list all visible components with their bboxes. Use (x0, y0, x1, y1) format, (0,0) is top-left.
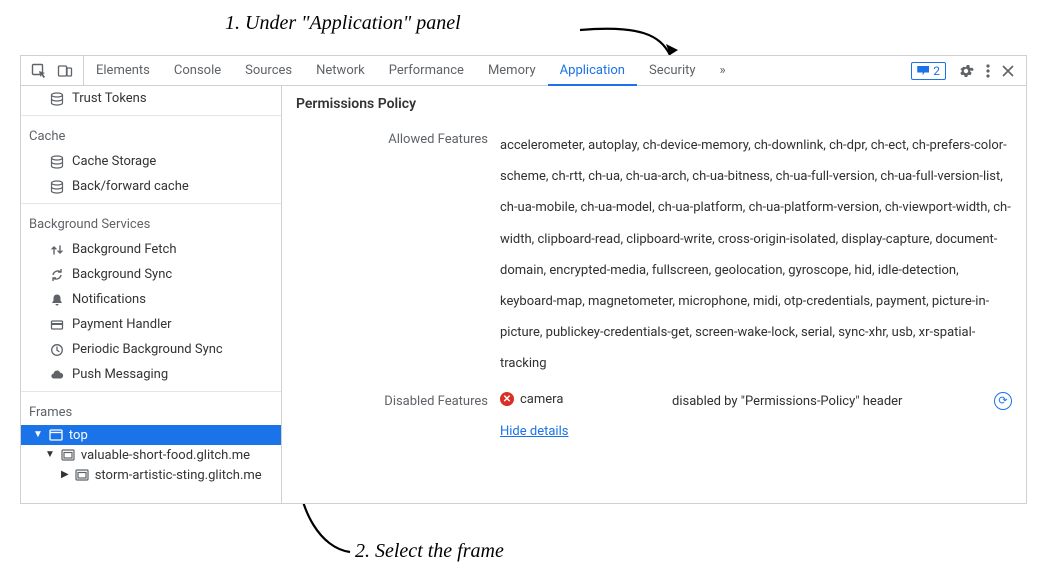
allowed-features-row: Allowed Features accelerometer, autoplay… (282, 124, 1026, 386)
devtools-window: Elements Console Sources Network Perform… (20, 55, 1027, 504)
sidebar-item-bf-cache[interactable]: Back/forward cache (21, 174, 281, 199)
error-icon: ✕ (500, 392, 514, 406)
sidebar-item-cache-storage[interactable]: Cache Storage (21, 149, 281, 174)
issues-chip[interactable]: 2 (911, 62, 946, 80)
sidebar-item-label: Payment Handler (72, 315, 172, 334)
sidebar-section-cache: Cache (21, 124, 281, 149)
frame-top[interactable]: ▼ top (21, 425, 281, 445)
section-label: Cache (29, 127, 65, 146)
tab-performance[interactable]: Performance (377, 56, 476, 85)
iframe-icon (61, 449, 75, 461)
database-icon (49, 180, 65, 194)
section-label: Frames (29, 403, 72, 422)
hide-details-link[interactable]: Hide details (500, 424, 568, 439)
tabs-container: Elements Console Sources Network Perform… (84, 56, 738, 85)
card-icon (49, 318, 65, 332)
disclosure-triangle-icon: ▼ (33, 429, 43, 440)
inspect-element-icon[interactable] (31, 63, 47, 79)
tab-security[interactable]: Security (637, 56, 708, 85)
bell-icon (49, 293, 65, 307)
content-pane: Permissions Policy Allowed Features acce… (282, 86, 1026, 503)
sidebar-item-payment[interactable]: Payment Handler (21, 312, 281, 337)
updown-icon (49, 243, 65, 257)
frame-child-1[interactable]: ▼ valuable-short-food.glitch.me (21, 445, 281, 465)
settings-gear-icon[interactable] (958, 63, 974, 79)
tab-console[interactable]: Console (162, 56, 233, 85)
iframe-icon (75, 469, 89, 481)
annotation-step2: 2. Select the frame (355, 540, 504, 563)
tab-sources[interactable]: Sources (233, 56, 304, 85)
close-icon[interactable] (1002, 65, 1014, 77)
sync-icon (49, 268, 65, 282)
disclosure-triangle-icon: ▶ (61, 469, 69, 480)
disabled-reason: disabled by "Permissions-Policy" header (672, 392, 994, 413)
content-title: Permissions Policy (282, 96, 1026, 124)
sidebar-item-label: Background Sync (72, 265, 172, 284)
sidebar-item-notifications[interactable]: Notifications (21, 287, 281, 312)
disabled-features-label: Disabled Features (296, 392, 488, 409)
sidebar-item-periodic-sync[interactable]: Periodic Background Sync (21, 337, 281, 362)
sidebar-item-label: Back/forward cache (72, 177, 189, 196)
sidebar-item-label: Periodic Background Sync (72, 340, 223, 359)
window-icon (49, 429, 63, 441)
frame-label: top (69, 428, 88, 443)
cloud-icon (49, 368, 65, 382)
devtools-tabbar: Elements Console Sources Network Perform… (21, 56, 1026, 86)
frame-label: storm-artistic-sting.glitch.me (95, 468, 262, 483)
application-sidebar: Trust Tokens Cache Cache Storage Back/fo… (21, 86, 282, 503)
allowed-features-label: Allowed Features (296, 130, 488, 147)
disclosure-triangle-icon: ▼ (45, 449, 55, 460)
disabled-feature-name: camera (520, 392, 563, 407)
reload-icon[interactable]: ⟳ (994, 392, 1012, 410)
sidebar-section-frames: Frames (21, 400, 281, 425)
kebab-menu-icon[interactable] (986, 63, 990, 79)
sidebar-item-bg-fetch[interactable]: Background Fetch (21, 237, 281, 262)
tab-overflow[interactable]: » (708, 56, 738, 85)
sidebar-item-label: Background Fetch (72, 240, 177, 259)
sidebar-item-push[interactable]: Push Messaging (21, 362, 281, 387)
divider (21, 115, 281, 116)
sidebar-item-label: Notifications (72, 290, 146, 309)
message-icon (917, 66, 929, 76)
device-toolbar-icon[interactable] (57, 63, 73, 79)
tab-network[interactable]: Network (304, 56, 377, 85)
sidebar-item-bg-sync[interactable]: Background Sync (21, 262, 281, 287)
annotation-step1: 1. Under "Application" panel (225, 12, 461, 35)
section-label: Background Services (29, 215, 150, 234)
tab-application[interactable]: Application (548, 56, 637, 85)
sidebar-item-label: Push Messaging (72, 365, 168, 384)
clock-icon (49, 343, 65, 357)
database-icon (49, 92, 65, 106)
divider (21, 391, 281, 392)
allowed-features-value: accelerometer, autoplay, ch-device-memor… (500, 130, 1012, 380)
sidebar-item-label: Trust Tokens (72, 89, 147, 108)
sidebar-item-label: Cache Storage (72, 152, 156, 171)
disabled-features-row: Disabled Features ✕ camera disabled by "… (282, 386, 1026, 446)
frame-child-2[interactable]: ▶ storm-artistic-sting.glitch.me (21, 465, 281, 485)
divider (21, 203, 281, 204)
devtools-body: Trust Tokens Cache Cache Storage Back/fo… (21, 86, 1026, 503)
tab-memory[interactable]: Memory (476, 56, 548, 85)
tab-elements[interactable]: Elements (84, 56, 162, 85)
database-icon (49, 155, 65, 169)
issues-count: 2 (933, 64, 940, 78)
sidebar-item-trust-tokens[interactable]: Trust Tokens (21, 86, 281, 111)
sidebar-section-bg-services: Background Services (21, 212, 281, 237)
frame-label: valuable-short-food.glitch.me (81, 448, 250, 463)
